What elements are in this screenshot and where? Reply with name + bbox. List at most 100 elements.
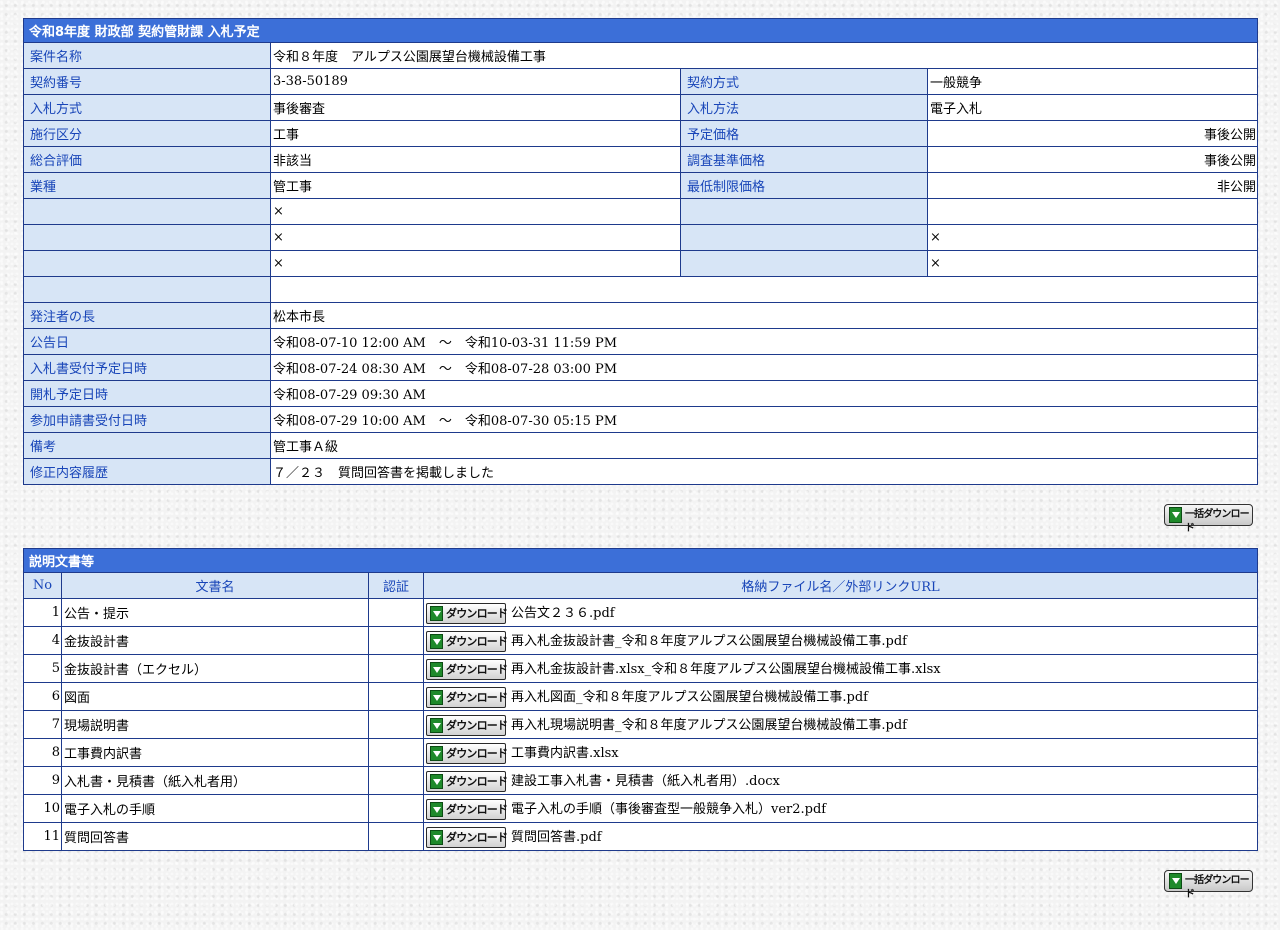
download-icon — [430, 689, 443, 705]
empty-label — [680, 250, 928, 277]
overall-eval-value: 非該当 — [270, 146, 681, 173]
table-row: 8 工事費内訳書 ダウンロード 工事費内訳書.xlsx — [23, 738, 1259, 767]
download-icon — [430, 633, 443, 649]
download-button[interactable]: ダウンロード — [426, 686, 508, 708]
download-label: ダウンロード — [446, 718, 508, 732]
table-row: 6 図面 ダウンロード 再入札図面_令和８年度アルプス公園展望台機械設備工事.pdf — [23, 682, 1259, 711]
download-button[interactable]: ダウンロード — [426, 742, 508, 764]
bid-info-table: 令和8年度 財政部 契約管財課 入札予定 案件名称 令和８年度 アルプス公園展望… — [23, 18, 1258, 485]
overall-eval-label: 総合評価 — [23, 146, 271, 173]
empty-label — [23, 250, 271, 277]
download-button[interactable]: ダウンロード — [426, 630, 508, 652]
remarks-value: 管工事Ａ級 — [270, 432, 1258, 459]
info-row: 入札方式 事後審査 入札方法 電子入札 — [23, 94, 1258, 121]
bulk-download-button[interactable]: 一括ダウンロード — [1164, 504, 1253, 534]
doc-file-cell: ダウンロード 再入札金抜設計書.xlsx_令和８年度アルプス公園展望台機械設備工事… — [422, 654, 1259, 683]
x-mark: × — [270, 198, 681, 225]
doc-name: 電子入札の手順 — [61, 794, 369, 823]
min-price-value: 非公開 — [927, 172, 1258, 199]
project-name-value: 令和８年度 アルプス公園展望台機械設備工事 — [270, 42, 1258, 69]
download-label: ダウンロード — [446, 606, 508, 620]
table-row: 5 金抜設計書（エクセル） ダウンロード 再入札金抜設計書.xlsx_令和８年度アルプ… — [23, 654, 1259, 683]
doc-file-cell: ダウンロード 電子入札の手順（事後審査型一般競争入札）ver2.pdf — [422, 794, 1259, 823]
bid-type-value: 事後審査 — [270, 94, 681, 121]
industry-value: 管工事 — [270, 172, 681, 199]
table-row: 1 公告・提示 ダウンロード 公告文２３６.pdf — [23, 598, 1259, 627]
doc-cert — [368, 766, 424, 795]
info-row: 開札予定日時 令和08-07-29 09:30 AM — [23, 380, 1258, 407]
industry-label: 業種 — [23, 172, 271, 199]
bulk-download-label: 一括ダウンロード — [1185, 875, 1250, 900]
doc-name: 現場説明書 — [61, 710, 369, 739]
download-button[interactable]: ダウンロード — [426, 770, 508, 792]
x-mark: × — [270, 224, 681, 251]
doc-no: 1 — [23, 598, 62, 627]
opening-label: 開札予定日時 — [23, 380, 271, 407]
documents-table: 説明文書等 No 文書名 認証 格納ファイル名／外部リンクURL 1 公告・提示ダ… — [22, 548, 1259, 851]
table-row: 10 電子入札の手順 ダウンロード 電子入札の手順（事後審査型一般競争入札）ver2.… — [23, 794, 1259, 823]
doc-file-cell: ダウンロード 質問回答書.pdf — [422, 822, 1259, 851]
doc-no: 6 — [23, 682, 62, 711]
doc-file-name: 建設工事入札書・見積書（紙入札者用）.docx — [511, 773, 780, 789]
download-button[interactable]: ダウンロード — [426, 658, 508, 680]
planned-price-label: 予定価格 — [680, 120, 928, 147]
orderer-label: 発注者の長 — [23, 302, 271, 329]
bulk-download-button[interactable]: 一括ダウンロード — [1164, 870, 1253, 900]
division-label: 施行区分 — [23, 120, 271, 147]
apply-label: 参加申請書受付日時 — [23, 406, 271, 433]
col-no-header: No — [23, 572, 62, 599]
info-row: × × — [23, 224, 1258, 251]
download-label: ダウンロード — [446, 746, 508, 760]
min-price-label: 最低制限価格 — [680, 172, 928, 199]
empty-value — [270, 276, 1258, 303]
doc-file-name: 公告文２３６.pdf — [511, 605, 615, 621]
info-title: 令和8年度 財政部 契約管財課 入札予定 — [23, 18, 1258, 43]
empty-label — [23, 276, 271, 303]
bid-accept-label: 入札書受付予定日時 — [23, 354, 271, 381]
info-row: 業種 管工事 最低制限価格 非公開 — [23, 172, 1258, 199]
x-mark: × — [927, 250, 1258, 277]
info-row — [23, 276, 1258, 303]
doc-name: 工事費内訳書 — [61, 738, 369, 767]
download-button[interactable]: ダウンロード — [426, 826, 508, 848]
doc-file-name: 再入札金抜設計書.xlsx_令和８年度アルプス公園展望台機械設備工事.xlsx — [511, 661, 941, 677]
doc-name: 入札書・見積書（紙入札者用） — [61, 766, 369, 795]
x-mark: × — [927, 224, 1258, 251]
download-icon — [1169, 873, 1182, 889]
info-row: 公告日 令和08-07-10 12:00 AM ～ 令和10-03-31 11:… — [23, 328, 1258, 355]
orderer-value: 松本市長 — [270, 302, 1258, 329]
doc-file-name: 再入札現場説明書_令和８年度アルプス公園展望台機械設備工事.pdf — [511, 717, 907, 733]
download-button[interactable]: ダウンロード — [426, 798, 508, 820]
empty-label — [680, 198, 928, 225]
download-icon — [430, 801, 443, 817]
download-icon — [430, 745, 443, 761]
doc-cert — [368, 822, 424, 851]
info-row: 案件名称 令和８年度 アルプス公園展望台機械設備工事 — [23, 42, 1258, 69]
survey-price-value: 事後公開 — [927, 146, 1258, 173]
col-name-header: 文書名 — [61, 572, 369, 599]
remarks-label: 備考 — [23, 432, 271, 459]
doc-name: 金抜設計書（エクセル） — [61, 654, 369, 683]
doc-no: 7 — [23, 710, 62, 739]
download-label: ダウンロード — [446, 774, 508, 788]
info-row: 備考 管工事Ａ級 — [23, 432, 1258, 459]
doc-no: 5 — [23, 654, 62, 683]
docs-title-row: 説明文書等 — [22, 548, 1259, 573]
doc-file-cell: ダウンロード 公告文２３６.pdf — [422, 598, 1259, 627]
doc-cert — [368, 710, 424, 739]
info-row: 参加申請書受付日時 令和08-07-29 10:00 AM ～ 令和08-07-… — [23, 406, 1258, 433]
doc-cert — [368, 794, 424, 823]
download-button[interactable]: ダウンロード — [426, 602, 508, 624]
table-row: 11 質問回答書 ダウンロード 質問回答書.pdf — [23, 822, 1259, 851]
contract-no-label: 契約番号 — [23, 68, 271, 95]
contract-method-label: 契約方式 — [680, 68, 928, 95]
contract-method-value: 一般競争 — [927, 68, 1258, 95]
download-label: ダウンロード — [446, 634, 508, 648]
download-button[interactable]: ダウンロード — [426, 714, 508, 736]
download-icon — [430, 661, 443, 677]
info-row: 入札書受付予定日時 令和08-07-24 08:30 AM ～ 令和08-07-… — [23, 354, 1258, 381]
download-label: ダウンロード — [446, 802, 508, 816]
info-row: 発注者の長 松本市長 — [23, 302, 1258, 329]
doc-file-cell: ダウンロード 建設工事入札書・見積書（紙入札者用）.docx — [422, 766, 1259, 795]
download-label: ダウンロード — [446, 690, 508, 704]
